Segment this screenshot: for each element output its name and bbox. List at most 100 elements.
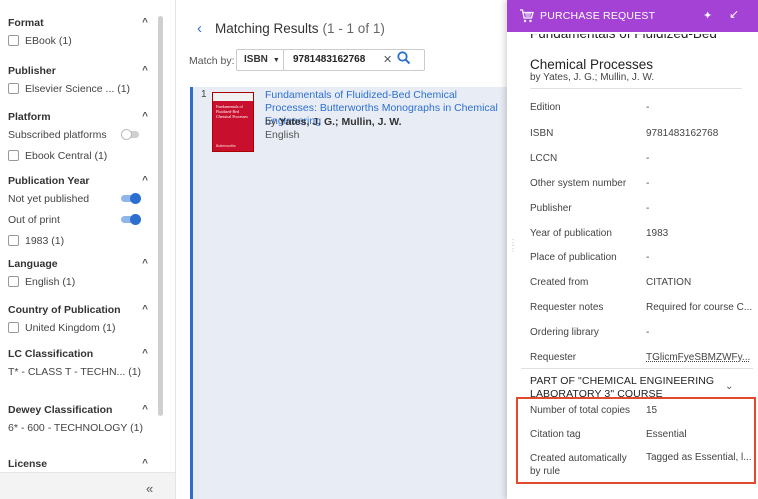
facet-title-label: Publication Year [8, 175, 90, 187]
facet-option[interactable]: United Kingdom (1) [8, 321, 156, 335]
requester-link[interactable]: TGlicmFyeSBMZWFy... [646, 352, 750, 363]
facet-option[interactable]: Elsevier Science ... (1) [8, 82, 156, 96]
toggle-switch[interactable] [121, 214, 141, 225]
chevron-up-icon[interactable]: ^ [142, 403, 148, 417]
field-label: ISBN [530, 128, 554, 139]
facet-title[interactable]: Format ^ [8, 16, 156, 30]
facet-option-label: United Kingdom (1) [25, 322, 116, 334]
facet-title-label: License [8, 458, 48, 470]
toggle-switch[interactable] [121, 193, 141, 204]
facet-option[interactable]: English (1) [8, 275, 156, 289]
facet-option[interactable]: T* - CLASS T - TECHN... (1) [8, 365, 156, 379]
chevron-up-icon[interactable]: ^ [142, 303, 148, 317]
facet-title-label: LC Classification [8, 348, 94, 360]
purchase-request-panel: PURCHASE REQUEST ✦ ↙ Fundamentals of Flu… [507, 0, 758, 499]
field-value: - [646, 252, 650, 263]
chevron-up-icon[interactable]: ^ [142, 16, 148, 30]
clear-icon[interactable]: ✕ [383, 53, 392, 66]
facet-option-label: 1983 (1) [25, 235, 65, 247]
facet-option[interactable]: EBook (1) [8, 34, 156, 48]
facet-country: Country of Publication ^ United Kingdom (… [8, 303, 156, 335]
results-title-label: Matching Results [215, 21, 319, 36]
checkbox[interactable] [8, 235, 19, 246]
facet-platform: Platform ^ Subscribed platforms Ebook Cen… [8, 110, 156, 163]
cover-title: Fundamentals of Fluidized-Bed Chemical P… [216, 104, 248, 119]
facet-option[interactable]: Ebook Central (1) [8, 149, 156, 163]
field-value: - [646, 327, 650, 338]
divider [530, 88, 742, 89]
facet-title-label: Format [8, 17, 44, 29]
field-value: - [646, 153, 650, 164]
facet-title[interactable]: Language ^ [8, 257, 156, 271]
facet-option[interactable]: 6* - 600 - TECHNOLOGY (1) [8, 421, 156, 435]
page-title: Matching Results (1 - 1 of 1) [215, 21, 385, 36]
facet-toggle-label: Out of print [8, 214, 60, 226]
facet-title[interactable]: Dewey Classification ^ [8, 403, 156, 417]
facet-title[interactable]: Country of Publication ^ [8, 303, 156, 317]
book-title: Fundamentals of Fluidized-Bed Chemical P… [530, 34, 750, 73]
field-label: Created automatically by rule [530, 453, 627, 477]
chevron-up-icon[interactable]: ^ [142, 347, 148, 361]
facet-language: Language ^ English (1) [8, 257, 156, 289]
facet-title[interactable]: Publisher ^ [8, 64, 156, 78]
book-title-top: Fundamentals of Fluidized-Bed [530, 32, 717, 41]
field-value: Required for course C... [646, 302, 753, 313]
chevron-up-icon[interactable]: ^ [142, 257, 148, 271]
by-prefix: by [265, 116, 277, 128]
authors-value: Yates, J. G.; Mullin, J. W. [279, 116, 402, 128]
facet-title[interactable]: Platform ^ [8, 110, 156, 124]
panel-drag-handle[interactable]: ⋮ ⋮ [509, 239, 517, 253]
checkbox[interactable] [8, 322, 19, 333]
facet-toggle-row: Subscribed platforms [8, 128, 156, 142]
chevron-down-icon[interactable]: ⌄ [725, 381, 733, 392]
collapse-sidebar-icon[interactable]: « [146, 481, 153, 496]
checkbox[interactable] [8, 150, 19, 161]
course-section-title[interactable]: PART OF "CHEMICAL ENGINEERING LABORATORY… [530, 375, 720, 401]
chevron-left-icon[interactable]: ‹ [197, 20, 202, 37]
field-label: Other system number [530, 178, 627, 189]
facet-title[interactable]: Publication Year ^ [8, 174, 156, 188]
checkbox[interactable] [8, 35, 19, 46]
panel-title: PURCHASE REQUEST [540, 10, 656, 22]
pin-icon[interactable]: ✦ [703, 9, 712, 22]
facet-option-label: Ebook Central (1) [25, 150, 108, 162]
toggle-switch[interactable] [121, 129, 139, 140]
match-by-select[interactable]: ISBN ▼ [236, 49, 284, 71]
facet-title-label: Language [8, 258, 58, 270]
chevron-up-icon[interactable]: ^ [142, 174, 148, 188]
field-value: 15 [646, 405, 658, 416]
chevron-up-icon[interactable]: ^ [142, 64, 148, 78]
facet-lc-classification: LC Classification ^ T* - CLASS T - TECHN.… [8, 347, 156, 379]
book-cover-image[interactable]: Fundamentals of Fluidized-Bed Chemical P… [212, 92, 254, 152]
facet-option-label: 6* - 600 - TECHNOLOGY (1) [8, 422, 143, 434]
checkbox[interactable] [8, 276, 19, 287]
facet-toggle-label: Subscribed platforms [8, 129, 107, 141]
facet-title[interactable]: License ^ [8, 457, 156, 471]
chevron-up-icon[interactable]: ^ [142, 110, 148, 124]
facet-option-label: English (1) [25, 276, 76, 288]
field-label: LCCN [530, 153, 558, 164]
shrink-icon[interactable]: ↙ [729, 7, 739, 21]
facet-title[interactable]: LC Classification ^ [8, 347, 156, 361]
field-label: Edition [530, 102, 561, 113]
panel-header: PURCHASE REQUEST ✦ ↙ [507, 0, 758, 32]
facet-toggle-row: Not yet published [8, 192, 156, 206]
chevron-up-icon[interactable]: ^ [142, 457, 148, 471]
field-label: Publisher [530, 203, 572, 214]
facet-license: License ^ [8, 457, 156, 471]
field-label: Citation tag [530, 429, 581, 440]
facet-publisher: Publisher ^ Elsevier Science ... (1) [8, 64, 156, 96]
field-value: Essential [646, 429, 687, 440]
cover-footer: Butterworths [216, 144, 236, 148]
facet-option[interactable]: 1983 (1) [8, 234, 156, 248]
field-value: - [646, 178, 650, 189]
checkbox[interactable] [8, 83, 19, 94]
caret-down-icon: ▼ [272, 57, 280, 64]
match-by-value: ISBN [244, 54, 268, 65]
facet-toggle-label: Not yet published [8, 193, 90, 205]
sidebar-scrollbar[interactable] [158, 16, 163, 416]
search-icon[interactable] [396, 50, 412, 66]
result-number: 1 [201, 89, 207, 100]
book-title-main: Chemical Processes [530, 57, 654, 72]
facet-title-label: Platform [8, 111, 51, 123]
